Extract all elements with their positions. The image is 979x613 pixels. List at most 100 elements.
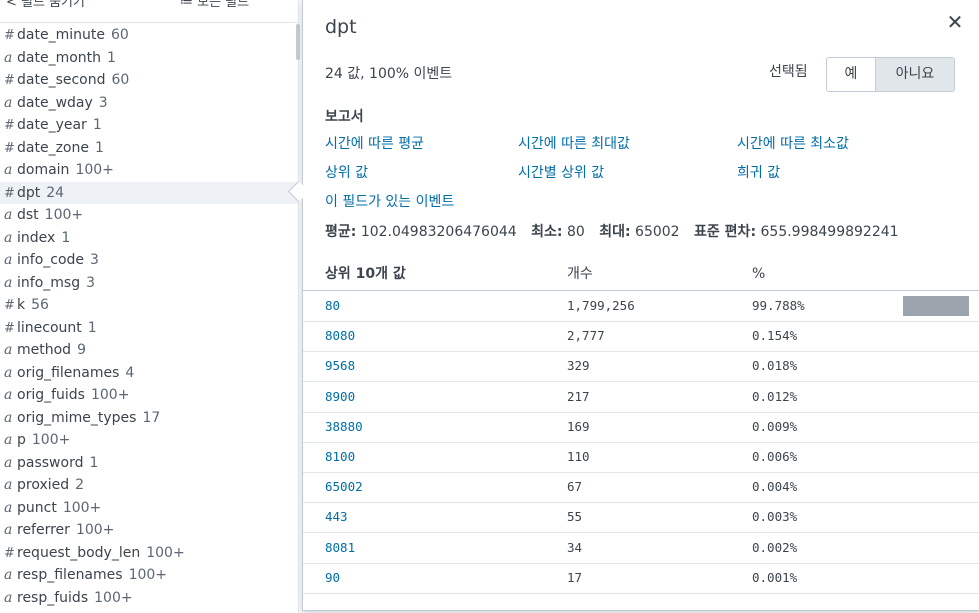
field-name: date_month [17,49,102,66]
value-cell[interactable]: 65002 [325,472,363,502]
field-item[interactable]: a orig_filenames 4 [0,362,298,385]
field-name: request_body_len [17,544,141,561]
string-type-icon: a [4,522,13,538]
field-count: 17 [142,409,161,426]
field-item[interactable]: a info_msg 3 [0,272,298,295]
field-item[interactable]: a resp_fuids 100+ [0,587,298,610]
value-cell[interactable]: 90 [325,563,340,593]
field-count: 100+ [146,544,185,561]
field-item[interactable]: a orig_mime_types 17 [0,407,298,430]
field-name: proxied [17,477,70,493]
field-item[interactable]: a info_code 3 [0,249,298,272]
table-row: 8100 110 0.006% [303,442,979,473]
field-count: 1 [89,454,99,471]
field-item[interactable]: # date_zone 1 [0,137,298,160]
field-name: password [17,454,84,471]
min-label: 최소: [531,224,563,240]
field-count: 100+ [128,567,168,583]
string-type-icon: a [4,229,13,246]
field-item[interactable]: a method 9 [0,339,298,362]
count-cell: 2,777 [567,328,605,344]
field-count: 3 [98,94,108,111]
value-cell[interactable]: 8100 [325,442,355,472]
field-item[interactable]: a domain 100+ [0,159,298,182]
field-item[interactable]: # date_minute 60 [0,24,298,47]
field-item[interactable]: a index 1 [0,227,298,250]
avg-over-time-link[interactable]: 시간에 따른 평균 [325,133,424,153]
field-item[interactable]: a p 100+ [0,429,298,452]
field-item[interactable]: # date_year 1 [0,114,298,137]
string-type-icon: a [4,477,13,493]
field-summary: 24 값, 100% 이벤트 [325,66,453,82]
value-cell[interactable]: 38880 [325,412,363,442]
field-item[interactable]: a resp_filenames 100+ [0,564,298,587]
sidebar-header: < 필드 숨기기 ≔ 모든 필드 [0,0,298,23]
selected-no-button[interactable]: 아니요 [876,58,954,91]
pct-cell: 0.012% [752,388,798,404]
numeric-type-icon: # [4,320,15,336]
pct-cell: 0.003% [752,509,798,525]
table-row: 8900 217 0.012% [303,382,979,413]
field-item[interactable]: a date_month 1 [0,47,298,70]
events-with-field-link[interactable]: 이 필드가 있는 이벤트 [325,191,454,211]
selected-yes-button[interactable]: 예 [827,58,876,91]
field-count: 4 [125,364,135,381]
field-count: 100+ [44,207,84,223]
value-cell[interactable]: 8080 [325,321,355,351]
field-name: date_second [17,72,106,88]
min-over-time-link[interactable]: 시간에 따른 최소값 [737,133,849,153]
field-item[interactable]: # date_second 60 [0,69,298,92]
top-values-link[interactable]: 상위 값 [325,162,368,182]
field-item[interactable]: # dpt 24 [0,181,298,204]
field-name: date_zone [17,139,89,156]
string-type-icon: a [4,567,13,583]
sidebar-scrollbar[interactable] [296,24,300,60]
hide-fields-link[interactable]: < 필드 숨기기 [6,0,85,10]
field-count: 100+ [75,162,114,178]
numeric-type-icon: # [4,140,15,156]
col-header-pct: % [752,266,766,282]
count-cell: 67 [567,479,583,495]
string-type-icon: a [4,49,13,66]
field-name: date_wday [17,94,93,111]
value-cell[interactable]: 80 [325,291,340,321]
count-cell: 169 [567,418,590,434]
field-item[interactable]: # k 56 [0,294,298,317]
count-cell: 34 [567,539,583,555]
field-name: resp_filenames [17,567,123,583]
max-label: 최대: [599,224,631,240]
field-count: 1 [61,229,71,246]
rare-values-link[interactable]: 희귀 값 [737,162,780,182]
all-fields-link[interactable]: ≔ 모든 필드 [180,0,249,10]
value-cell[interactable]: 443 [325,502,348,532]
max-over-time-link[interactable]: 시간에 따른 최대값 [518,133,630,153]
top-values-by-time-link[interactable]: 시간별 상위 값 [518,162,604,182]
avg-value: 102.04983206476044 [360,224,517,240]
field-stats: 평균: 102.04983206476044 최소: 80 최대: 65002 … [325,221,899,241]
field-item[interactable]: a dst 100+ [0,204,298,227]
table-row: 443 55 0.003% [303,502,979,534]
value-cell[interactable]: 8900 [325,382,355,412]
field-item[interactable]: a proxied 2 [0,474,298,497]
field-item[interactable]: a password 1 [0,452,298,475]
numeric-type-icon: # [4,545,15,561]
close-icon[interactable]: ✕ [943,10,967,34]
field-item[interactable]: # request_body_len 100+ [0,542,298,565]
field-list: # date_minute 60 a date_month 1 # date_second 60… [0,24,298,609]
field-item[interactable]: # linecount 1 [0,317,298,340]
field-item[interactable]: a punct 100+ [0,497,298,520]
pct-cell: 0.009% [752,418,798,434]
field-item[interactable]: a date_wday 3 [0,92,298,115]
field-name: method [17,342,72,358]
field-item[interactable]: a referrer 100+ [0,519,298,542]
selected-label: 선택됨 [769,64,808,80]
field-name: orig_fuids [17,387,85,403]
pct-cell: 0.004% [752,479,798,495]
numeric-type-icon: # [4,298,15,313]
field-count: 100+ [62,499,102,516]
field-name: dpt [17,184,41,201]
value-cell[interactable]: 8081 [325,533,355,563]
value-cell[interactable]: 9568 [325,351,355,381]
field-item[interactable]: a orig_fuids 100+ [0,384,298,407]
numeric-type-icon: # [4,28,15,43]
